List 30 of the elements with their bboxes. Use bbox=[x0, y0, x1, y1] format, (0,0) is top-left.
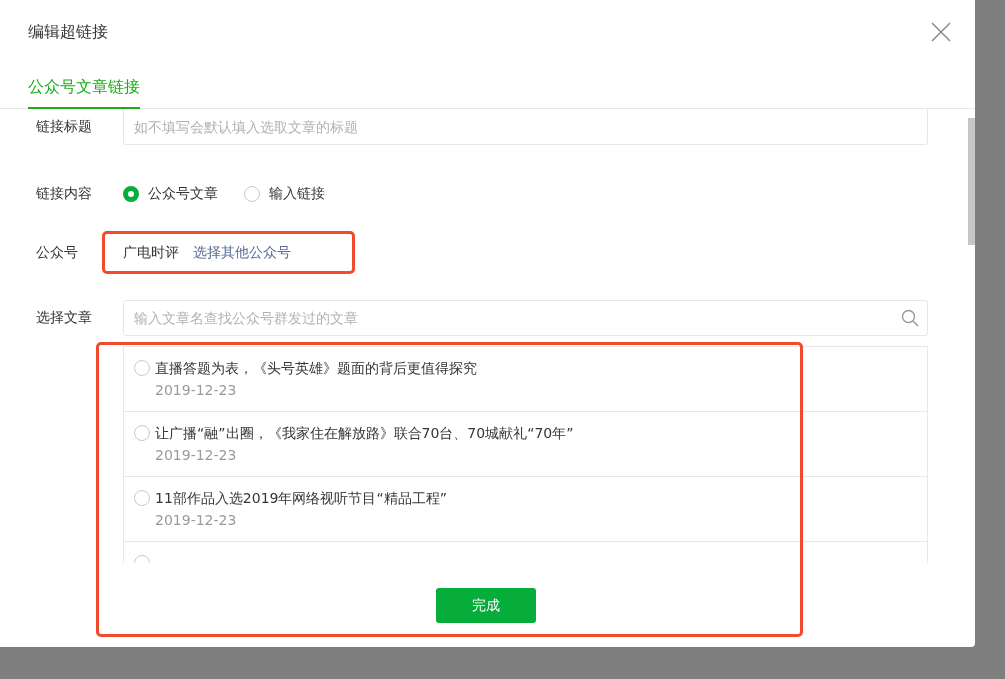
radio-option[interactable]: 输入链接 bbox=[244, 185, 325, 203]
account-name: 广电时评 bbox=[123, 243, 179, 262]
radio-icon[interactable] bbox=[123, 186, 139, 202]
article-date: 2019-12-23 bbox=[155, 381, 238, 399]
radio-icon[interactable] bbox=[134, 490, 150, 506]
radio-icon[interactable] bbox=[134, 425, 150, 441]
choose-account-link[interactable]: 选择其他公众号 bbox=[193, 243, 291, 262]
article-item[interactable]: 11部作品入选2019年网络视听节目“精品工程” 2019-12-23 bbox=[124, 477, 927, 542]
field-label: 公众号 bbox=[36, 243, 79, 262]
article-title: 让广播“融”出圈，《我家住在解放路》联合70台、70城献礼“70年” bbox=[155, 424, 574, 442]
article-title: 11部作品入选2019年网络视听节目“精品工程” bbox=[155, 489, 447, 507]
radio-label: 公众号文章 bbox=[148, 185, 218, 203]
scrollbar-thumb[interactable] bbox=[968, 118, 975, 245]
link-title-field[interactable]: 如不填写会默认填入选取文章的标题 bbox=[123, 109, 928, 145]
article-date: 2019-12-23 bbox=[155, 511, 238, 529]
search-field[interactable]: 输入文章名查找公众号群发过的文章 bbox=[123, 300, 928, 336]
field-label: 选择文章 bbox=[36, 309, 93, 327]
article-title: 直播答题为表，《头号英雄》题面的背后更值得探究 bbox=[155, 359, 477, 377]
article-date: 2019-12-23 bbox=[155, 446, 238, 464]
field-label: 链接标题 bbox=[36, 118, 93, 136]
radio-label: 输入链接 bbox=[269, 185, 325, 203]
close-button[interactable] bbox=[929, 20, 953, 44]
article-item[interactable]: 让广播“融”出圈，《我家住在解放路》联合70台、70城献礼“70年” 2019-12-23 bbox=[124, 412, 927, 477]
search-icon[interactable] bbox=[901, 309, 919, 327]
radio-option[interactable]: 公众号文章 bbox=[123, 185, 218, 203]
article-item[interactable]: 直播答题为表，《头号英雄》题面的背后更值得探究 2019-12-23 bbox=[124, 347, 927, 412]
dialog-title: 编辑超链接 bbox=[28, 21, 108, 43]
field-label: 链接内容 bbox=[36, 185, 93, 203]
radio-icon[interactable] bbox=[244, 186, 260, 202]
radio-icon[interactable] bbox=[134, 360, 150, 376]
